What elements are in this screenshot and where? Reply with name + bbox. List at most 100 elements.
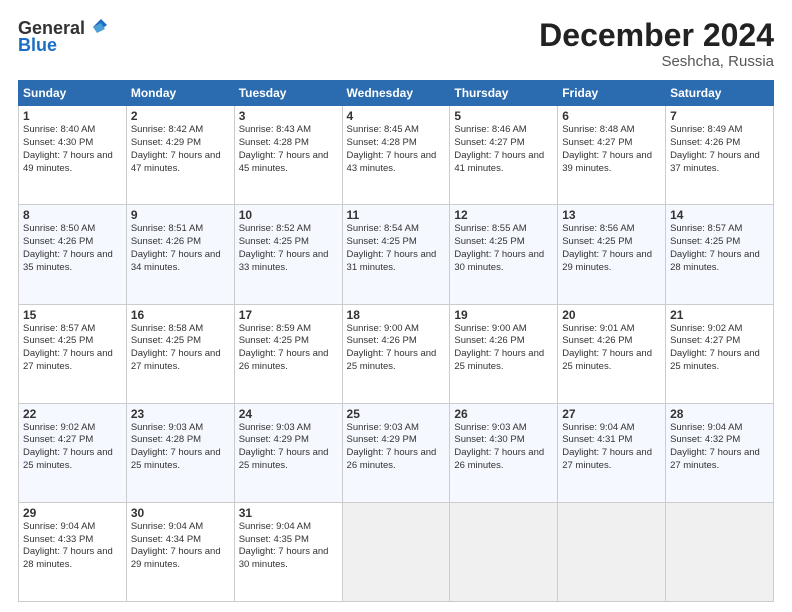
day-number: 7 (670, 109, 769, 123)
day-number: 6 (562, 109, 661, 123)
day-number: 10 (239, 208, 338, 222)
calendar-cell: 15Sunrise: 8:57 AMSunset: 4:25 PMDayligh… (19, 304, 127, 403)
calendar-header-saturday: Saturday (666, 81, 774, 106)
calendar-cell: 1Sunrise: 8:40 AMSunset: 4:30 PMDaylight… (19, 106, 127, 205)
cell-info: Sunrise: 8:59 AMSunset: 4:25 PMDaylight:… (239, 323, 338, 374)
calendar-cell: 12Sunrise: 8:55 AMSunset: 4:25 PMDayligh… (450, 205, 558, 304)
calendar-cell: 18Sunrise: 9:00 AMSunset: 4:26 PMDayligh… (342, 304, 450, 403)
calendar-header-thursday: Thursday (450, 81, 558, 106)
calendar-cell (558, 502, 666, 601)
cell-info: Sunrise: 8:45 AMSunset: 4:28 PMDaylight:… (347, 124, 446, 175)
calendar-cell: 24Sunrise: 9:03 AMSunset: 4:29 PMDayligh… (234, 403, 342, 502)
cell-info: Sunrise: 9:00 AMSunset: 4:26 PMDaylight:… (347, 323, 446, 374)
calendar-header-wednesday: Wednesday (342, 81, 450, 106)
day-number: 28 (670, 407, 769, 421)
calendar-cell: 2Sunrise: 8:42 AMSunset: 4:29 PMDaylight… (126, 106, 234, 205)
day-number: 9 (131, 208, 230, 222)
cell-info: Sunrise: 8:49 AMSunset: 4:26 PMDaylight:… (670, 124, 769, 175)
calendar-header-monday: Monday (126, 81, 234, 106)
day-number: 23 (131, 407, 230, 421)
calendar-cell: 28Sunrise: 9:04 AMSunset: 4:32 PMDayligh… (666, 403, 774, 502)
calendar-cell (342, 502, 450, 601)
cell-info: Sunrise: 8:57 AMSunset: 4:25 PMDaylight:… (670, 223, 769, 274)
calendar-cell: 9Sunrise: 8:51 AMSunset: 4:26 PMDaylight… (126, 205, 234, 304)
day-number: 15 (23, 308, 122, 322)
cell-info: Sunrise: 9:03 AMSunset: 4:28 PMDaylight:… (131, 422, 230, 473)
day-number: 4 (347, 109, 446, 123)
cell-info: Sunrise: 8:56 AMSunset: 4:25 PMDaylight:… (562, 223, 661, 274)
header: General Blue December 2024 Seshcha, Russ… (18, 18, 774, 70)
calendar-cell (450, 502, 558, 601)
calendar-cell: 30Sunrise: 9:04 AMSunset: 4:34 PMDayligh… (126, 502, 234, 601)
cell-info: Sunrise: 9:04 AMSunset: 4:31 PMDaylight:… (562, 422, 661, 473)
title-block: December 2024 Seshcha, Russia (539, 18, 774, 70)
cell-info: Sunrise: 9:03 AMSunset: 4:29 PMDaylight:… (239, 422, 338, 473)
calendar-cell (666, 502, 774, 601)
day-number: 25 (347, 407, 446, 421)
day-number: 8 (23, 208, 122, 222)
cell-info: Sunrise: 8:48 AMSunset: 4:27 PMDaylight:… (562, 124, 661, 175)
calendar-cell: 5Sunrise: 8:46 AMSunset: 4:27 PMDaylight… (450, 106, 558, 205)
calendar-table: SundayMondayTuesdayWednesdayThursdayFrid… (18, 80, 774, 602)
calendar-cell: 22Sunrise: 9:02 AMSunset: 4:27 PMDayligh… (19, 403, 127, 502)
calendar-cell: 27Sunrise: 9:04 AMSunset: 4:31 PMDayligh… (558, 403, 666, 502)
calendar-cell: 4Sunrise: 8:45 AMSunset: 4:28 PMDaylight… (342, 106, 450, 205)
calendar-header-row: SundayMondayTuesdayWednesdayThursdayFrid… (19, 81, 774, 106)
cell-info: Sunrise: 8:40 AMSunset: 4:30 PMDaylight:… (23, 124, 122, 175)
cell-info: Sunrise: 9:02 AMSunset: 4:27 PMDaylight:… (23, 422, 122, 473)
logo: General Blue (18, 18, 109, 56)
calendar-cell: 29Sunrise: 9:04 AMSunset: 4:33 PMDayligh… (19, 502, 127, 601)
calendar-cell: 31Sunrise: 9:04 AMSunset: 4:35 PMDayligh… (234, 502, 342, 601)
calendar-week-row: 8Sunrise: 8:50 AMSunset: 4:26 PMDaylight… (19, 205, 774, 304)
day-number: 22 (23, 407, 122, 421)
day-number: 16 (131, 308, 230, 322)
day-number: 21 (670, 308, 769, 322)
calendar-header-sunday: Sunday (19, 81, 127, 106)
calendar-cell: 13Sunrise: 8:56 AMSunset: 4:25 PMDayligh… (558, 205, 666, 304)
cell-info: Sunrise: 9:04 AMSunset: 4:32 PMDaylight:… (670, 422, 769, 473)
day-number: 14 (670, 208, 769, 222)
logo-bird-icon (87, 17, 109, 37)
day-number: 17 (239, 308, 338, 322)
day-number: 5 (454, 109, 553, 123)
calendar-cell: 7Sunrise: 8:49 AMSunset: 4:26 PMDaylight… (666, 106, 774, 205)
calendar-week-row: 29Sunrise: 9:04 AMSunset: 4:33 PMDayligh… (19, 502, 774, 601)
day-number: 26 (454, 407, 553, 421)
cell-info: Sunrise: 9:04 AMSunset: 4:35 PMDaylight:… (239, 521, 338, 572)
cell-info: Sunrise: 9:00 AMSunset: 4:26 PMDaylight:… (454, 323, 553, 374)
day-number: 3 (239, 109, 338, 123)
day-number: 31 (239, 506, 338, 520)
cell-info: Sunrise: 8:50 AMSunset: 4:26 PMDaylight:… (23, 223, 122, 274)
page: General Blue December 2024 Seshcha, Russ… (0, 0, 792, 612)
cell-info: Sunrise: 8:58 AMSunset: 4:25 PMDaylight:… (131, 323, 230, 374)
calendar-header-friday: Friday (558, 81, 666, 106)
cell-info: Sunrise: 9:04 AMSunset: 4:34 PMDaylight:… (131, 521, 230, 572)
calendar-cell: 3Sunrise: 8:43 AMSunset: 4:28 PMDaylight… (234, 106, 342, 205)
calendar-cell: 26Sunrise: 9:03 AMSunset: 4:30 PMDayligh… (450, 403, 558, 502)
calendar-cell: 17Sunrise: 8:59 AMSunset: 4:25 PMDayligh… (234, 304, 342, 403)
day-number: 24 (239, 407, 338, 421)
cell-info: Sunrise: 8:55 AMSunset: 4:25 PMDaylight:… (454, 223, 553, 274)
cell-info: Sunrise: 9:01 AMSunset: 4:26 PMDaylight:… (562, 323, 661, 374)
day-number: 27 (562, 407, 661, 421)
calendar-cell: 8Sunrise: 8:50 AMSunset: 4:26 PMDaylight… (19, 205, 127, 304)
cell-info: Sunrise: 8:43 AMSunset: 4:28 PMDaylight:… (239, 124, 338, 175)
day-number: 29 (23, 506, 122, 520)
calendar-week-row: 1Sunrise: 8:40 AMSunset: 4:30 PMDaylight… (19, 106, 774, 205)
location-subtitle: Seshcha, Russia (539, 53, 774, 70)
cell-info: Sunrise: 8:42 AMSunset: 4:29 PMDaylight:… (131, 124, 230, 175)
day-number: 12 (454, 208, 553, 222)
day-number: 1 (23, 109, 122, 123)
calendar-cell: 16Sunrise: 8:58 AMSunset: 4:25 PMDayligh… (126, 304, 234, 403)
day-number: 11 (347, 208, 446, 222)
calendar-week-row: 22Sunrise: 9:02 AMSunset: 4:27 PMDayligh… (19, 403, 774, 502)
calendar-cell: 25Sunrise: 9:03 AMSunset: 4:29 PMDayligh… (342, 403, 450, 502)
day-number: 30 (131, 506, 230, 520)
day-number: 13 (562, 208, 661, 222)
calendar-cell: 21Sunrise: 9:02 AMSunset: 4:27 PMDayligh… (666, 304, 774, 403)
calendar-header-tuesday: Tuesday (234, 81, 342, 106)
cell-info: Sunrise: 9:03 AMSunset: 4:29 PMDaylight:… (347, 422, 446, 473)
calendar-cell: 19Sunrise: 9:00 AMSunset: 4:26 PMDayligh… (450, 304, 558, 403)
cell-info: Sunrise: 8:52 AMSunset: 4:25 PMDaylight:… (239, 223, 338, 274)
day-number: 2 (131, 109, 230, 123)
